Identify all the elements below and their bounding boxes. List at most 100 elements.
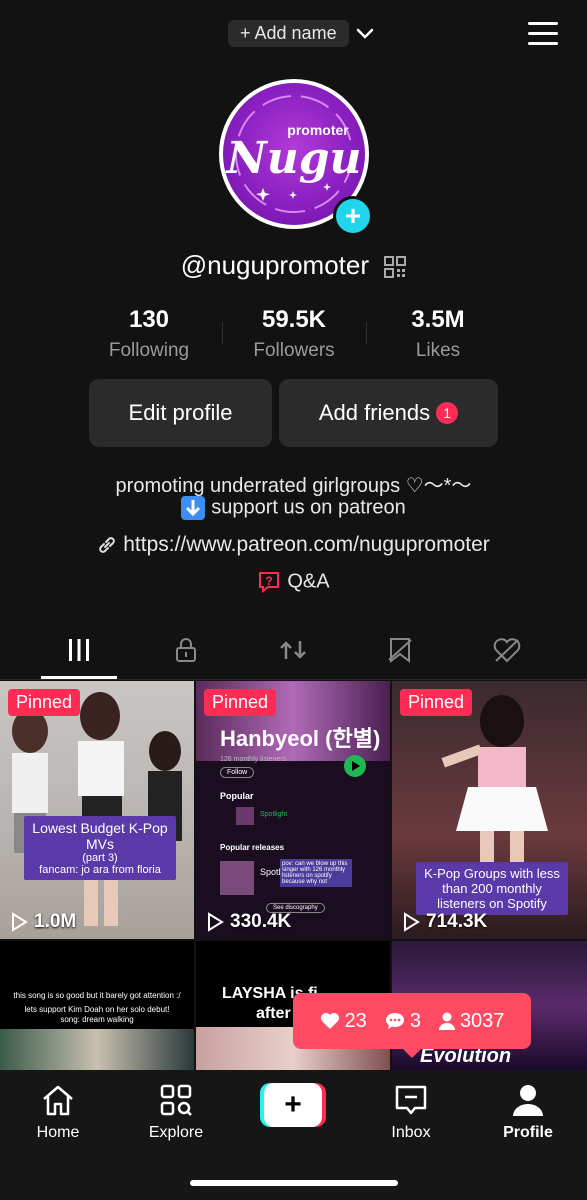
stat-value: 3.5M — [411, 306, 465, 333]
chevron-down-icon[interactable] — [355, 27, 375, 41]
svg-text:Nugu: Nugu — [225, 133, 362, 184]
nav-profile[interactable]: Profile — [483, 1080, 573, 1142]
divider — [222, 322, 223, 344]
bio-text: support us on patreon — [211, 496, 406, 519]
stat-label: Following — [108, 340, 190, 361]
add-friends-button[interactable]: Add friends 1 — [279, 379, 498, 447]
question-chat-icon: ? — [259, 572, 280, 594]
likes-count: 23 — [320, 1010, 367, 1033]
nav-label: Explore — [148, 1124, 204, 1141]
nav-label: Home — [36, 1124, 80, 1141]
spotify-play-icon — [344, 755, 366, 777]
divider — [0, 679, 587, 680]
hamburger-menu-icon[interactable] — [528, 22, 558, 46]
play-icon — [208, 912, 224, 932]
plus-icon: + — [264, 1083, 322, 1127]
bio-link[interactable]: https://www.patreon.com/nugupromoter — [0, 533, 587, 557]
track-art — [236, 807, 254, 825]
listeners-text: 126 monthly listeners — [220, 756, 287, 763]
username-text: @nugupromoter — [180, 250, 370, 280]
video-caption: K-Pop Groups with less than 200 monthly … — [416, 862, 568, 915]
release-art — [220, 861, 254, 895]
lock-icon — [176, 638, 196, 662]
popular-heading: Popular — [220, 791, 254, 801]
video-text: lets support Kim Doah on her solo debut! — [24, 1005, 170, 1014]
home-indicator — [190, 1180, 398, 1186]
bookmark-hidden-icon — [388, 638, 412, 664]
stat-value: 59.5K — [261, 306, 327, 333]
nav-label: Inbox — [391, 1124, 431, 1141]
bio-line-2: support us on patreon — [0, 496, 587, 520]
edit-profile-button[interactable]: Edit profile — [89, 379, 272, 447]
username: @nugupromoter — [0, 250, 587, 281]
pinned-badge: Pinned — [400, 689, 473, 716]
tab-private[interactable] — [148, 630, 224, 670]
qr-code-icon[interactable] — [384, 256, 407, 279]
tab-liked[interactable] — [469, 630, 545, 670]
create-button[interactable]: + — [260, 1083, 326, 1127]
video-tile[interactable]: this song is so good but it barely got a… — [0, 941, 194, 1071]
video-text: song: dream walking — [60, 1015, 134, 1024]
play-icon — [12, 912, 28, 932]
thumbnail-dancers — [12, 692, 182, 926]
edit-profile-label: Edit profile — [128, 400, 233, 425]
pinned-badge: Pinned — [8, 689, 81, 716]
video-text: this song is so good but it barely got a… — [13, 991, 181, 1000]
nav-explore[interactable]: Explore — [131, 1080, 221, 1142]
stat-value: 130 — [128, 306, 170, 333]
tab-favorites[interactable] — [362, 630, 438, 670]
notification-badge: 1 — [436, 402, 459, 424]
activity-notification[interactable]: 23 3 3037 — [293, 993, 531, 1049]
video-overlay-text: pov: can we blow up this singer with 126… — [280, 859, 352, 887]
pinned-badge: Pinned — [204, 689, 277, 716]
person-icon — [438, 1012, 455, 1030]
qa-link[interactable]: ? Q&A — [0, 570, 587, 594]
add-friends-label: Add friends — [318, 400, 431, 425]
view-count: 1.0M — [10, 911, 76, 933]
repost-icon — [280, 641, 306, 659]
link-icon — [99, 537, 116, 554]
video-caption: Lowest Budget K-Pop MVs (part 3) fancam:… — [24, 816, 176, 880]
view-count: 330.4K — [206, 911, 291, 933]
stat-likes[interactable]: 3.5M Likes — [368, 306, 508, 362]
artist-title: Hanbyeol (한별) — [220, 726, 381, 751]
heart-icon — [320, 1013, 339, 1029]
video-tile[interactable]: Pinned Lowest Budget K-Pop MVs (part 3) … — [0, 681, 194, 939]
add-name-button[interactable]: + Add name — [228, 20, 349, 47]
follow-button: Follow — [220, 767, 255, 778]
grid-icon — [69, 639, 89, 661]
qa-label: Q&A — [287, 570, 330, 593]
svg-text:?: ? — [266, 574, 273, 588]
comments-count: 3 — [385, 1010, 421, 1033]
nav-label: Profile — [503, 1124, 553, 1141]
stat-following[interactable]: 130 Following — [79, 306, 219, 362]
notification-pointer — [402, 1048, 422, 1058]
add-avatar-button[interactable]: + — [333, 196, 373, 236]
track-name: Spotlight — [260, 811, 288, 818]
nav-inbox[interactable]: Inbox — [366, 1080, 456, 1142]
divider — [366, 322, 367, 344]
bio-line-1: promoting underrated girlgroups ♡〜*〜 — [115, 475, 472, 497]
stat-followers[interactable]: 59.5K Followers — [224, 306, 364, 362]
home-icon — [43, 1085, 73, 1116]
comment-icon — [385, 1013, 404, 1029]
inbox-icon — [395, 1085, 427, 1115]
release-name: Spotl — [260, 867, 281, 877]
stat-label: Followers — [253, 340, 335, 361]
video-tile[interactable]: Pinned Hanbyeol (한별) 126 monthly listene… — [196, 681, 390, 939]
releases-heading: Popular releases — [220, 843, 285, 852]
tab-videos[interactable] — [41, 630, 117, 670]
down-arrow-icon — [181, 496, 206, 520]
stat-label: Likes — [415, 340, 461, 361]
nav-home[interactable]: Home — [13, 1080, 103, 1142]
play-icon — [404, 912, 420, 932]
view-count: 714.3K — [402, 911, 487, 933]
add-name-control[interactable]: + Add name — [228, 20, 380, 47]
link-text[interactable]: https://www.patreon.com/nugupromoter — [123, 533, 490, 556]
tab-reposts[interactable] — [255, 630, 331, 670]
explore-icon — [160, 1084, 192, 1116]
video-tile[interactable]: Pinned K-Pop Groups with less than 200 m… — [392, 681, 587, 939]
heart-hidden-icon — [493, 638, 521, 663]
followers-count: 3037 — [438, 1010, 504, 1033]
profile-icon — [513, 1085, 543, 1116]
